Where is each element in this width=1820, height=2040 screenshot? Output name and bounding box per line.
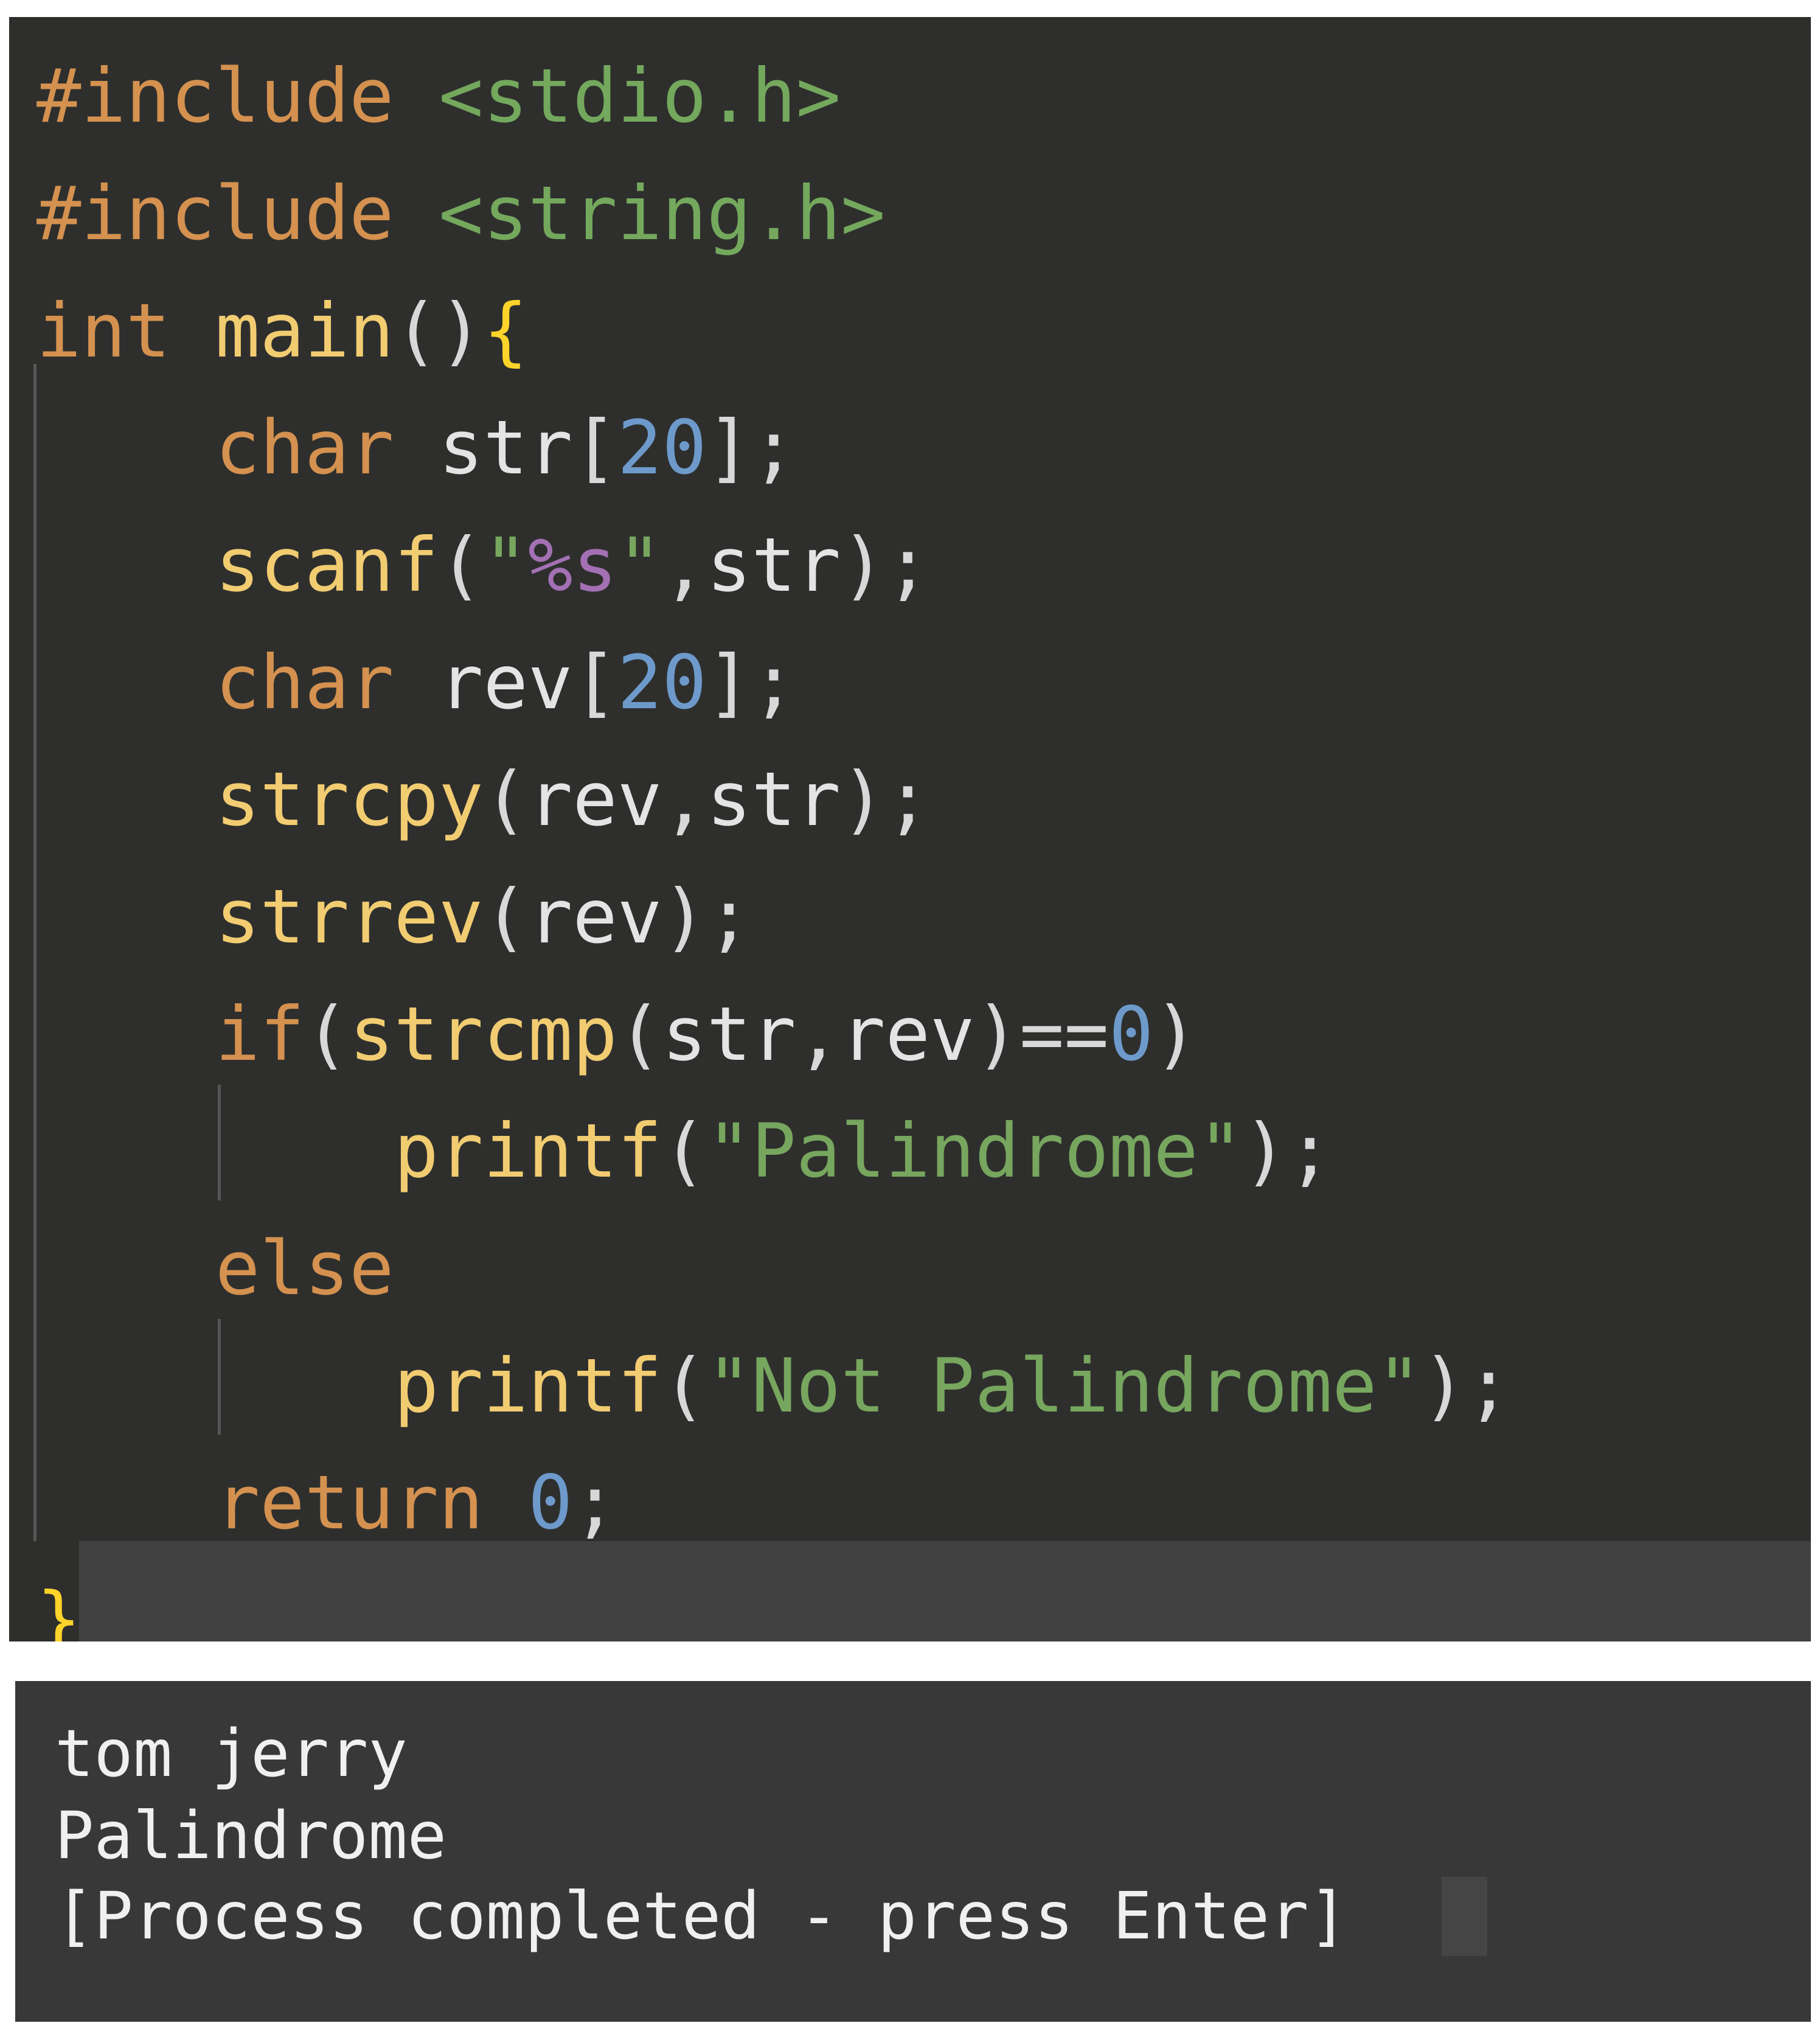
code-token-ident bbox=[36, 1225, 215, 1312]
terminal-output[interactable]: tom jerry Palindrome [Process completed … bbox=[15, 1681, 1811, 2022]
code-token-ident bbox=[36, 756, 215, 843]
code-token-punct: , bbox=[796, 991, 841, 1077]
code-token-punct: [ bbox=[572, 405, 617, 491]
code-line: return 0; bbox=[36, 1444, 617, 1562]
code-token-punct: ); bbox=[1243, 1108, 1333, 1194]
code-token-punct: ) bbox=[1153, 991, 1198, 1077]
code-token-number: 0 bbox=[527, 1460, 573, 1546]
code-token-string: " bbox=[617, 522, 662, 608]
code-token-keyword: int bbox=[36, 288, 215, 374]
code-token-header: <stdio.h> bbox=[439, 53, 841, 139]
code-token-ident bbox=[36, 991, 215, 1077]
code-token-number: 20 bbox=[617, 639, 707, 726]
code-token-punct: [ bbox=[572, 639, 617, 726]
code-line: int main(){ bbox=[36, 273, 528, 390]
code-token-keyword: #include bbox=[36, 170, 439, 257]
code-token-string: " bbox=[483, 522, 528, 608]
terminal-cursor bbox=[1442, 1877, 1487, 1956]
code-token-number: 20 bbox=[617, 405, 707, 491]
code-token-brace: { bbox=[483, 288, 528, 374]
code-line: char rev[20]; bbox=[36, 624, 796, 742]
code-line: printf("Not Palindrome"); bbox=[36, 1328, 1511, 1445]
code-line: if(strcmp(str,rev)==0) bbox=[36, 976, 1198, 1093]
terminal-output-line: Palindrome bbox=[55, 1798, 447, 1874]
code-token-string: "Palindrome" bbox=[706, 1108, 1243, 1194]
code-token-punct: )== bbox=[974, 991, 1109, 1077]
terminal-status-line: [Process completed - press Enter] bbox=[55, 1879, 1348, 1954]
code-token-punct: ); bbox=[841, 756, 931, 843]
code-line: else bbox=[36, 1210, 394, 1328]
code-token-ident bbox=[36, 1108, 394, 1194]
code-token-keyword: #include bbox=[36, 53, 439, 139]
code-line: #include <string.h> bbox=[36, 155, 886, 273]
code-token-punct: ( bbox=[304, 991, 350, 1077]
code-token-punct: ( bbox=[662, 1108, 707, 1194]
terminal-input-line: tom jerry bbox=[55, 1716, 408, 1792]
code-token-brace: } bbox=[36, 1576, 82, 1641]
code-line: strcpy(rev,str); bbox=[36, 741, 930, 858]
code-token-ident: str bbox=[662, 991, 796, 1077]
code-token-punct: , bbox=[662, 756, 707, 843]
code-token-ident bbox=[36, 1460, 215, 1546]
code-token-func: printf bbox=[394, 1108, 662, 1194]
code-token-ident: rev bbox=[527, 874, 662, 960]
code-token-punct: () bbox=[394, 288, 484, 374]
code-line: char str[20]; bbox=[36, 389, 796, 507]
code-line: #include <stdio.h> bbox=[36, 38, 841, 155]
code-line: scanf("%s",str); bbox=[36, 507, 930, 624]
code-token-ident: str bbox=[706, 756, 841, 843]
code-line: printf("Palindrome"); bbox=[36, 1093, 1332, 1210]
code-token-keyword: char bbox=[215, 639, 439, 726]
code-token-ident: rev bbox=[841, 991, 975, 1077]
code-token-ident: str bbox=[706, 522, 841, 608]
code-token-keyword: return bbox=[215, 1460, 528, 1546]
code-token-keyword: else bbox=[215, 1225, 394, 1312]
code-token-ident bbox=[36, 874, 215, 960]
code-token-func: printf bbox=[394, 1343, 662, 1429]
code-token-punct: ; bbox=[572, 1460, 617, 1546]
code-token-func: scanf bbox=[215, 522, 439, 608]
code-token-keyword: char bbox=[215, 405, 439, 491]
code-token-header: <string.h> bbox=[439, 170, 886, 257]
code-token-ident: rev bbox=[439, 639, 573, 726]
code-token-string: "Not Palindrome" bbox=[706, 1343, 1422, 1429]
code-token-punct: ( bbox=[483, 874, 528, 960]
code-token-ident bbox=[36, 522, 215, 608]
code-token-ident: rev bbox=[527, 756, 662, 843]
code-token-keyword: if bbox=[215, 991, 305, 1077]
code-token-punct: ]; bbox=[706, 639, 796, 726]
code-token-punct: , bbox=[662, 522, 707, 608]
code-token-punct: ); bbox=[841, 522, 931, 608]
code-line: } bbox=[36, 1561, 81, 1641]
code-token-punct: ( bbox=[662, 1343, 707, 1429]
code-token-func: strcpy bbox=[215, 756, 484, 843]
code-token-func: strrev bbox=[215, 874, 484, 960]
code-token-func: main bbox=[215, 288, 394, 374]
code-token-ident bbox=[36, 1343, 394, 1429]
code-token-ident bbox=[36, 639, 215, 726]
code-token-format: %s bbox=[527, 522, 617, 608]
code-token-punct: ( bbox=[483, 756, 528, 843]
code-token-punct: ); bbox=[1421, 1343, 1511, 1429]
code-token-punct: ); bbox=[662, 874, 752, 960]
code-token-punct: ]; bbox=[706, 405, 796, 491]
code-token-punct: ( bbox=[439, 522, 484, 608]
code-token-punct: ( bbox=[617, 991, 662, 1077]
code-editor[interactable]: #include <stdio.h> #include <string.h> int… bbox=[9, 17, 1811, 1641]
code-token-func: strcmp bbox=[349, 991, 617, 1077]
code-line: strrev(rev); bbox=[36, 858, 751, 976]
code-token-ident bbox=[36, 405, 215, 491]
code-token-number: 0 bbox=[1108, 991, 1154, 1077]
code-token-ident: str bbox=[439, 405, 573, 491]
